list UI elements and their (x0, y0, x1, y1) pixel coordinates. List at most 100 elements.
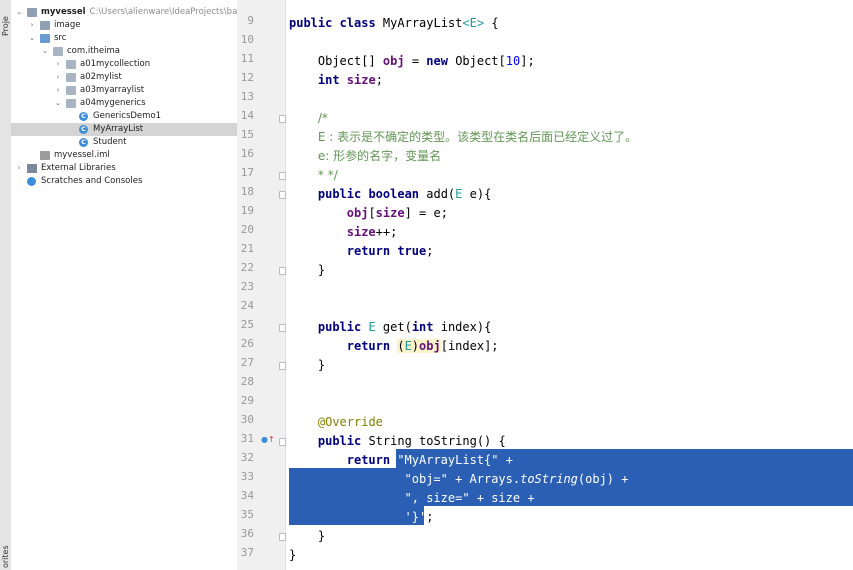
code-line-31: public String toString() { (317, 434, 506, 448)
code-line-26: return (E)obj[index]; (346, 339, 499, 353)
project-tool-tab[interactable]: Proje (0, 2, 11, 36)
code-line-30: @Override (317, 415, 383, 429)
tree-item-label: Scratches and Consoles (41, 176, 143, 186)
chevron-right-icon[interactable]: › (54, 84, 62, 97)
code-line-35: '}'; (404, 510, 434, 524)
chevron-down-icon[interactable]: ⌄ (54, 97, 62, 110)
chevron-right-icon[interactable]: › (28, 19, 36, 32)
tree-item[interactable]: C GenericsDemo1 (11, 110, 237, 123)
line-number: 28 (240, 375, 254, 388)
tree-item[interactable]: › a02mylist (11, 71, 237, 84)
code-line-22: } (317, 263, 326, 277)
override-marker-icon[interactable]: ●↑ (261, 435, 275, 444)
source-folder-icon (40, 34, 50, 43)
code-line-16: e: 形参的名字，变量名 (317, 149, 442, 163)
editor-gutter: ●↑ 9 10 11 12 13 14 15 16 17 18 19 20 21 22 23 24 25 26 27… (237, 0, 286, 570)
line-number: 26 (240, 337, 254, 350)
chevron-right-icon[interactable]: › (54, 71, 62, 84)
scratches-icon (27, 177, 36, 186)
fold-marker-icon[interactable] (279, 362, 286, 370)
line-number: 14 (240, 109, 254, 122)
chevron-right-icon[interactable]: › (54, 58, 62, 71)
line-number: 36 (240, 527, 254, 540)
code-line-21: return true; (346, 244, 434, 258)
code-line-33: "obj=" + Arrays.toString(obj) + (404, 472, 629, 486)
tree-item-label: com.itheima (67, 46, 121, 56)
chevron-right-icon[interactable]: › (15, 162, 23, 175)
package-icon (66, 99, 76, 108)
folder-icon (27, 8, 37, 17)
tree-item-label: External Libraries (41, 163, 116, 173)
line-number: 24 (240, 299, 254, 312)
chevron-down-icon[interactable]: ⌄ (28, 32, 36, 45)
code-line-18: public boolean add(E e){ (317, 187, 492, 201)
package-icon (53, 47, 63, 56)
fold-marker-icon[interactable] (279, 172, 286, 180)
tree-item[interactable]: › image (11, 19, 237, 32)
favorites-tool-tab[interactable]: orites (0, 540, 11, 568)
tree-item-label: MyArrayList (93, 124, 144, 134)
package-icon (66, 73, 76, 82)
line-number: 29 (240, 394, 254, 407)
code-line-15: E : 表示是不确定的类型。该类型在类名后面已经定义过了。 (317, 130, 638, 144)
tree-item-label: myvessel.iml (54, 150, 110, 160)
tree-item-label: src (54, 33, 67, 43)
tree-item[interactable]: ⌄ a04mygenerics (11, 97, 237, 110)
chevron-down-icon[interactable]: ⌄ (41, 45, 49, 58)
line-number: 20 (240, 223, 254, 236)
tree-item[interactable]: › a03myarraylist (11, 84, 237, 97)
tree-item[interactable]: › External Libraries (11, 162, 237, 175)
line-number: 10 (240, 33, 254, 46)
tree-item[interactable]: ⌄ myvessel C:\Users\alienware\IdeaProjects… (11, 6, 237, 19)
code-editor[interactable]: public class MyArrayList<E> {Object[] ob… (286, 0, 853, 570)
package-icon (66, 86, 76, 95)
project-tool-window: ⌄ myvessel C:\Users\alienware\IdeaProjects… (11, 0, 238, 570)
fold-marker-icon[interactable] (279, 438, 286, 446)
code-line-36: } (317, 529, 326, 543)
code-line-20: size++; (346, 225, 398, 239)
tree-item-label: a01mycollection (80, 59, 151, 69)
chevron-down-icon[interactable]: ⌄ (15, 6, 23, 19)
code-line-37: } (289, 548, 297, 562)
line-number: 17 (240, 166, 254, 179)
fold-marker-icon[interactable] (279, 533, 286, 541)
line-number: 15 (240, 128, 254, 141)
line-number: 21 (240, 242, 254, 255)
code-line-27: } (317, 358, 326, 372)
line-number: 31 (240, 432, 254, 445)
class-icon: C (79, 125, 88, 134)
project-path: C:\Users\alienware\IdeaProjects\basic-co… (89, 7, 238, 17)
code-line-19: obj[size] = e; (346, 206, 448, 220)
fold-marker-icon[interactable] (279, 324, 286, 332)
tree-item-label: a04mygenerics (80, 98, 146, 108)
tree-item[interactable]: Scratches and Consoles (11, 175, 237, 188)
fold-marker-icon[interactable] (279, 191, 286, 199)
line-number: 19 (240, 204, 254, 217)
tree-item-label: image (54, 20, 81, 30)
code-line-32: return "MyArrayList{" + (346, 453, 513, 467)
class-icon: C (79, 138, 88, 147)
tree-item[interactable]: › a01mycollection (11, 58, 237, 71)
code-line-11: Object[] obj = new Object[10]; (317, 54, 535, 68)
tree-item[interactable]: C MyArrayList (11, 123, 237, 136)
tree-item[interactable]: ⌄ com.itheima (11, 45, 237, 58)
iml-file-icon (40, 151, 50, 160)
line-number: 35 (240, 508, 254, 521)
tree-item-label: Student (93, 137, 127, 147)
tree-item[interactable]: myvessel.iml (11, 149, 237, 162)
fold-marker-icon[interactable] (279, 267, 286, 275)
line-number: 37 (240, 546, 254, 559)
line-number: 34 (240, 489, 254, 502)
line-number: 25 (240, 318, 254, 331)
tree-item[interactable]: ⌄ src (11, 32, 237, 45)
tree-item-label: a03myarraylist (80, 85, 145, 95)
code-line-12: int size; (317, 73, 383, 87)
line-number: 32 (240, 451, 254, 464)
tree-item-label: myvessel C:\Users\alienware\IdeaProjects\… (41, 6, 238, 19)
line-number: 23 (240, 280, 254, 293)
code-line-34: ", size=" + size + (404, 491, 535, 505)
line-number: 16 (240, 147, 254, 160)
class-icon: C (79, 112, 88, 121)
tree-item[interactable]: C Student (11, 136, 237, 149)
fold-marker-icon[interactable] (279, 115, 286, 123)
